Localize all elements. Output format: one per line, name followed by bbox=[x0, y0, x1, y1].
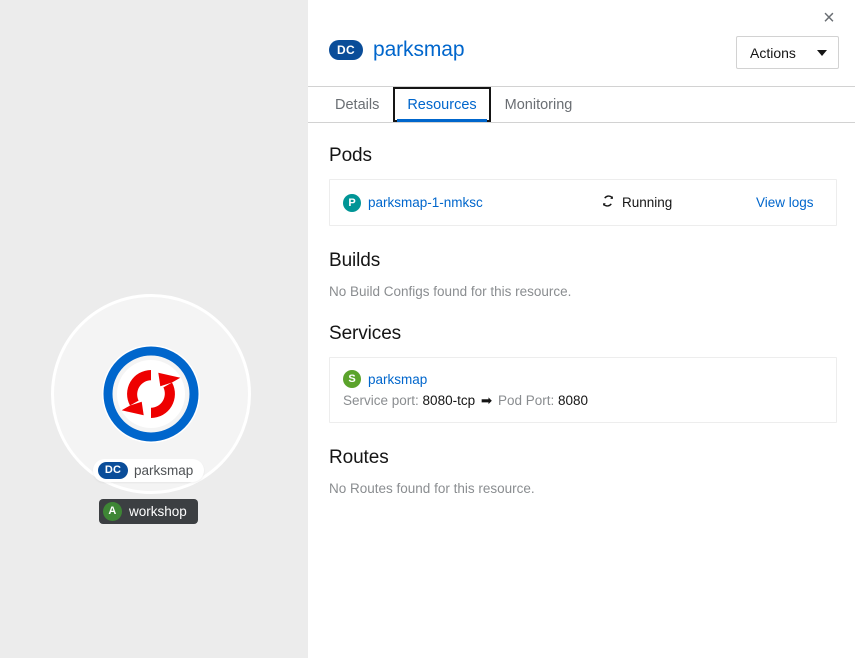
service-name-link[interactable]: parksmap bbox=[368, 372, 427, 387]
topology-canvas[interactable]: DC parksmap A workshop bbox=[0, 0, 308, 658]
pod-name-link[interactable]: parksmap-1-nmksc bbox=[368, 195, 483, 210]
builds-section-title: Builds bbox=[329, 250, 837, 272]
builds-section: Builds No Build Configs found for this r… bbox=[329, 250, 837, 299]
actions-button[interactable]: Actions bbox=[736, 36, 839, 69]
panel-tabs: Details Resources Monitoring bbox=[308, 86, 855, 123]
close-icon[interactable]: × bbox=[816, 5, 842, 31]
service-ports: Service port: 8080-tcp ➡ Pod Port: 8080 bbox=[343, 393, 823, 409]
app-root: DC parksmap A workshop × DC parksmap Act… bbox=[0, 0, 855, 658]
pods-card: P parksmap-1-nmksc Running bbox=[329, 179, 837, 226]
pod-port-value: 8080 bbox=[558, 393, 588, 408]
openshift-logo-icon bbox=[101, 344, 201, 444]
tab-resources[interactable]: Resources bbox=[393, 87, 490, 122]
tab-details[interactable]: Details bbox=[321, 87, 393, 122]
pod-port-label: Pod Port: bbox=[498, 393, 554, 408]
services-card: S parksmap Service port: 8080-tcp ➡ Pod … bbox=[329, 357, 837, 423]
pod-logs-cell: View logs bbox=[756, 195, 823, 210]
panel-title-group: DC parksmap bbox=[329, 38, 464, 62]
service-header: S parksmap bbox=[343, 370, 823, 388]
routes-section: Routes No Routes found for this resource… bbox=[329, 447, 837, 496]
node-label-text: parksmap bbox=[134, 463, 193, 478]
pods-section: Pods P parksmap-1-nmksc bbox=[329, 145, 837, 226]
resource-side-panel: × DC parksmap Actions Details Resources … bbox=[308, 0, 855, 658]
arrow-right-icon: ➡ bbox=[479, 393, 494, 408]
pod-badge: P bbox=[343, 194, 361, 212]
tab-monitoring[interactable]: Monitoring bbox=[491, 87, 587, 122]
chevron-down-icon bbox=[817, 50, 827, 56]
routes-section-title: Routes bbox=[329, 447, 837, 469]
node-kind-badge: DC bbox=[98, 462, 128, 479]
page-title[interactable]: parksmap bbox=[373, 38, 464, 62]
node-group-text: workshop bbox=[129, 504, 187, 519]
service-port-label: Service port: bbox=[343, 393, 419, 408]
node-label: DC parksmap bbox=[93, 459, 204, 482]
node-group-label[interactable]: A workshop bbox=[99, 499, 198, 524]
services-section-title: Services bbox=[329, 323, 837, 345]
topology-node-parksmap[interactable]: DC parksmap A workshop bbox=[51, 294, 251, 494]
services-section: Services S parksmap Service port: 8080-t… bbox=[329, 323, 837, 423]
routes-empty-message: No Routes found for this resource. bbox=[329, 481, 837, 496]
pods-section-title: Pods bbox=[329, 145, 837, 167]
table-row: P parksmap-1-nmksc Running bbox=[330, 180, 836, 225]
service-badge: S bbox=[343, 370, 361, 388]
resources-tab-content: Pods P parksmap-1-nmksc bbox=[308, 123, 855, 658]
pod-name-cell: P parksmap-1-nmksc bbox=[343, 194, 601, 212]
sync-icon bbox=[601, 194, 615, 211]
panel-header: DC parksmap Actions bbox=[308, 30, 855, 86]
pod-status-text: Running bbox=[622, 195, 672, 210]
service-port-value: 8080-tcp bbox=[423, 393, 476, 408]
deployment-config-badge: DC bbox=[329, 40, 363, 60]
view-logs-link[interactable]: View logs bbox=[756, 195, 814, 210]
actions-button-label: Actions bbox=[750, 45, 796, 61]
builds-empty-message: No Build Configs found for this resource… bbox=[329, 284, 837, 299]
pod-status-cell: Running bbox=[601, 194, 756, 211]
node-group-badge: A bbox=[103, 502, 122, 521]
